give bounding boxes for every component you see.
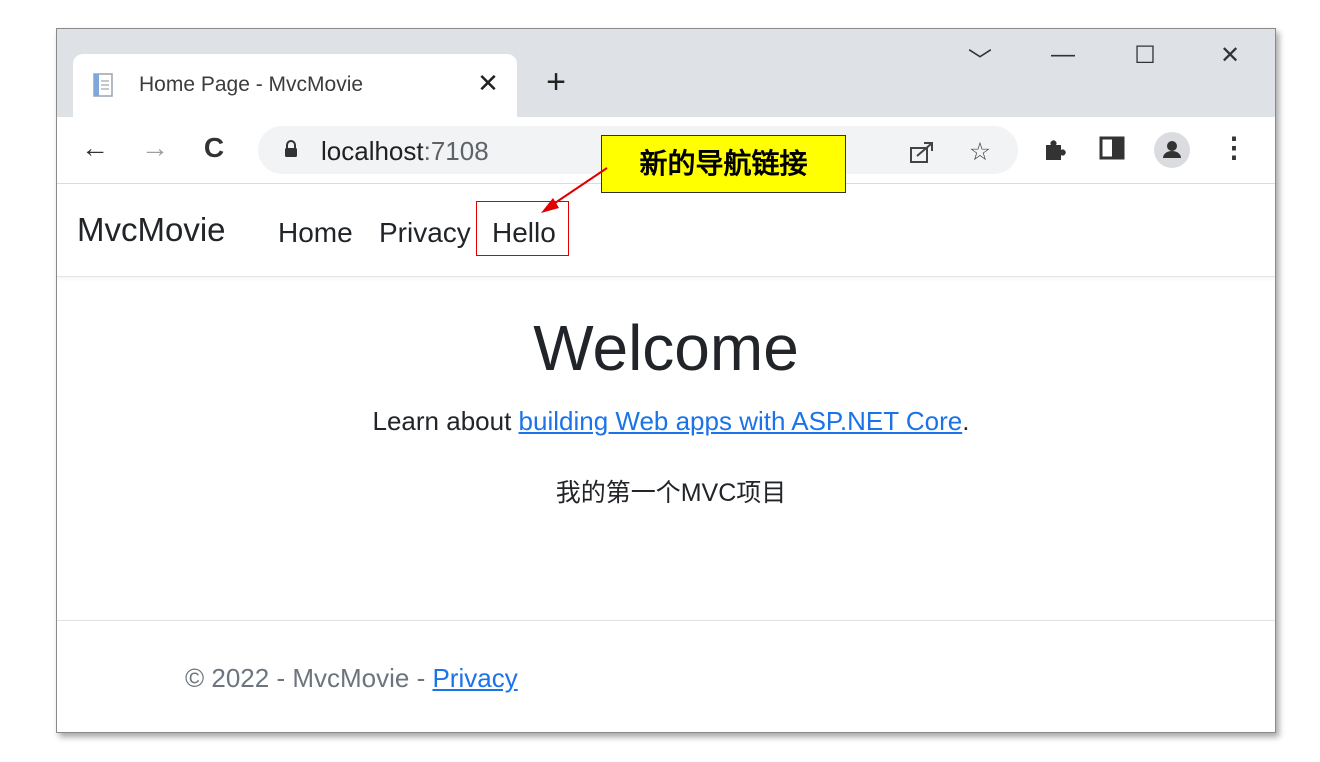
menu-kebab-icon[interactable]: ⋮ bbox=[1220, 131, 1248, 165]
tab-strip: Home Page - MvcMovie ✕ + ﹀ — ☐ ✕ bbox=[57, 29, 1275, 117]
close-window-button[interactable]: ✕ bbox=[1210, 41, 1250, 70]
url-text: localhost:7108 bbox=[321, 136, 489, 167]
lock-icon bbox=[285, 140, 297, 157]
profile-icon bbox=[1163, 141, 1181, 158]
reload-button[interactable]: C bbox=[196, 131, 232, 165]
brand-link[interactable]: MvcMovie bbox=[77, 211, 226, 249]
url-host: localhost bbox=[321, 136, 424, 166]
new-tab-button[interactable]: + bbox=[538, 65, 574, 99]
back-button[interactable]: ← bbox=[77, 131, 113, 165]
side-panel-icon[interactable] bbox=[1097, 133, 1127, 163]
tab-title: Home Page - MvcMovie bbox=[139, 73, 364, 96]
site-navbar: MvcMovie Home Privacy Hello bbox=[57, 184, 1275, 277]
bookmark-star-icon[interactable]: ☆ bbox=[965, 137, 995, 167]
page-icon bbox=[93, 73, 113, 97]
custom-text: 我的第一个MVC项目 bbox=[555, 479, 787, 507]
browser-window: Home Page - MvcMovie ✕ + ﹀ — ☐ ✕ ← → C l… bbox=[56, 28, 1276, 733]
docs-link[interactable]: building Web apps with ASP.NET Core bbox=[519, 406, 963, 436]
share-icon[interactable] bbox=[908, 140, 938, 164]
copyright-text: © 2022 - MvcMovie - bbox=[185, 663, 433, 693]
learn-prefix: Learn about bbox=[372, 406, 519, 436]
forward-button[interactable]: → bbox=[137, 131, 173, 165]
highlight-box bbox=[476, 201, 569, 256]
browser-tab[interactable]: Home Page - MvcMovie ✕ bbox=[73, 54, 517, 117]
welcome-heading: Welcome bbox=[533, 312, 799, 384]
nav-link-privacy[interactable]: Privacy bbox=[379, 217, 471, 249]
site-footer: © 2022 - MvcMovie - Privacy bbox=[57, 620, 1275, 732]
maximize-button[interactable]: ☐ bbox=[1125, 41, 1165, 70]
tab-close-icon[interactable]: ✕ bbox=[473, 68, 503, 98]
tab-search-icon[interactable]: ﹀ bbox=[960, 41, 1000, 76]
learn-paragraph: Learn about building Web apps with ASP.N… bbox=[57, 406, 1275, 437]
minimize-button[interactable]: — bbox=[1043, 41, 1083, 69]
footer-privacy-link[interactable]: Privacy bbox=[432, 663, 517, 693]
footer-text: © 2022 - MvcMovie - Privacy bbox=[185, 663, 518, 694]
annotation-callout: 新的导航链接 bbox=[601, 135, 846, 193]
learn-suffix: . bbox=[962, 406, 970, 436]
nav-link-home[interactable]: Home bbox=[278, 217, 353, 249]
profile-avatar[interactable] bbox=[1154, 132, 1190, 168]
extensions-icon[interactable] bbox=[1040, 133, 1070, 163]
url-port: :7108 bbox=[423, 136, 489, 166]
